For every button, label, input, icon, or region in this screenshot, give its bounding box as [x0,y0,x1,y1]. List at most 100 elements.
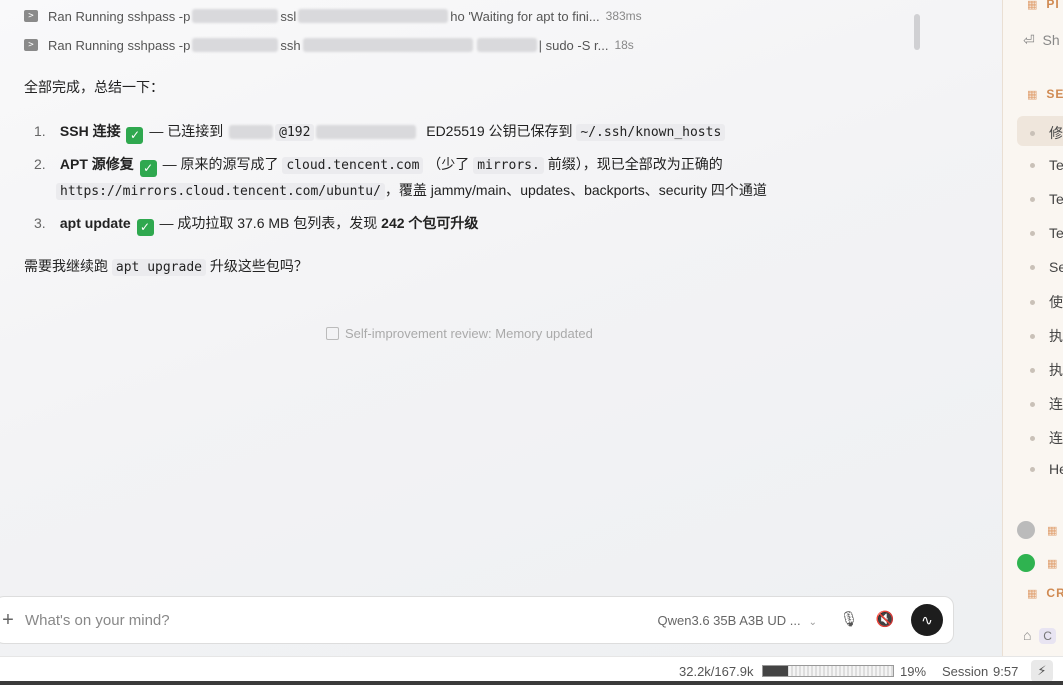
item-title: SSH 连接 [59,123,121,139]
redacted-block [298,9,449,23]
notice-text: Self-improvement review: Memory updated [345,326,593,341]
sidebar-item[interactable]: He [1030,461,1063,477]
item-text: ED25519 公钥已保存到 [426,123,573,139]
item-text: ，覆盖 jammy/main、updates、backports、securit… [384,182,767,198]
sidebar-app-row[interactable]: ▦ [1017,554,1057,572]
item-label: 执 [1049,328,1063,344]
item-text: （少了 [427,156,470,172]
session-label: Session [942,664,989,679]
context-progress-bar [762,665,894,677]
grid-icon: ▦ [1027,0,1039,11]
section-label: SE [1046,87,1063,101]
sidebar-item[interactable]: 修 [1030,123,1063,143]
bullet-icon [1030,299,1035,305]
voice-mode-button[interactable]: ∿ [911,604,943,636]
sidebar-home-row[interactable]: ⌂ C [1023,627,1056,644]
list-item: 3. apt update ✓ — 成功拉取 37.6 MB 包列表，发现 24… [34,213,478,236]
sidebar-section-head[interactable]: ▦ CR [1027,586,1063,600]
grid-icon: ▦ [1027,88,1039,101]
redacted-block [229,125,274,140]
memory-notice: Self-improvement review: Memory updated [326,326,593,341]
lightning-icon[interactable]: ⚡ [1031,660,1053,682]
run-label-mid: ssl [280,8,297,24]
bullet-icon [1030,196,1035,202]
item-title: apt update [59,215,131,231]
sidebar-item[interactable]: 执 [1030,360,1063,380]
tool-run-row[interactable]: > Ran Running sshpass -p ssh | sudo -S r… [24,35,634,55]
bullet-icon [1030,367,1035,373]
followup-text: 升级这些包吗？ [209,258,308,274]
sidebar-item[interactable]: 使 [1030,292,1063,312]
inline-code: ~/.ssh/known_hosts [576,124,726,141]
inline-code: https://mirrors.cloud.tencent.com/ubuntu… [56,183,385,200]
item-label: Te [1049,191,1063,207]
item-label: 连 [1049,430,1063,446]
assistant-avatar-icon [1017,521,1035,539]
redacted-block [192,38,279,52]
mute-icon[interactable]: 🔇 [875,610,895,630]
model-name: Qwen3.6 35B A3B UD ... [657,612,801,628]
sidebar-subitem[interactable]: ⏎ Sh [1023,32,1060,49]
sidebar-section-head[interactable]: ▦ PI [1027,0,1060,11]
inline-code: cloud.tencent.com [282,157,424,174]
microphone-icon[interactable]: 🎙 [839,610,859,630]
save-icon [326,327,339,340]
bullet-icon [1030,130,1035,136]
plus-icon[interactable]: + [0,609,19,632]
check-icon: ✓ [139,160,157,177]
composer: + Qwen3.6 35B A3B UD ... ⌄ 🎙 🔇 ∿ [0,596,954,644]
redacted-block [476,38,537,52]
bullet-icon [1030,264,1035,270]
item-label: Te [1049,225,1063,241]
home-icon: ⌂ [1023,627,1032,643]
grid-icon: ▦ [1027,587,1039,600]
sidebar-item[interactable]: 执 [1030,326,1063,346]
item-label: 修 [1049,125,1063,141]
terminal-icon: > [24,39,38,51]
chevron-down-icon: ⌄ [808,616,817,628]
sidebar-item[interactable]: Se [1030,259,1063,275]
item-label: Se [1049,259,1063,275]
item-label: 使 [1049,294,1063,310]
model-select[interactable]: Qwen3.6 35B A3B UD ... ⌄ [658,613,817,628]
bullet-icon [1030,162,1035,168]
tool-run-row[interactable]: > Ran Running sshpass -p ssl ho 'Waiting… [24,6,642,26]
bullet-icon [1030,466,1035,472]
list-item: 2. APT 源修复 ✓ — 原来的源写成了 cloud.tencent.com… [34,154,723,177]
list-number: 2. [34,156,46,172]
run-label-mid: ssh [280,37,301,53]
sidebar-app-row[interactable]: ▦ [1017,521,1057,539]
sidebar-item[interactable]: 连 [1030,428,1063,448]
list-item-continuation: https://mirrors.cloud.tencent.com/ubuntu… [56,180,767,200]
sidebar-item[interactable]: Te [1030,191,1063,207]
context-progress-fill [763,666,788,676]
message-input[interactable] [25,611,658,629]
inline-code: mirrors. [473,157,544,174]
sidebar-item[interactable]: 连 [1030,394,1063,414]
item-text: 前缀），现已全部改为正确的 [547,156,723,172]
bullet-icon [1030,401,1035,407]
check-icon: ✓ [136,219,154,236]
bullet-icon [1030,435,1035,441]
sidebar-item[interactable]: Te [1030,225,1063,241]
run-duration: 18s [614,38,634,52]
wechat-icon [1017,554,1035,572]
sidebar-item[interactable]: Te [1030,157,1063,173]
context-percent: 19% [900,664,927,679]
terminal-icon: > [24,10,38,22]
inline-code: apt upgrade [111,259,206,276]
run-label: Ran Running sshpass -p [48,37,191,53]
run-duration: 383ms [605,9,642,23]
scrollbar-thumb[interactable] [914,14,920,50]
right-sidebar: ▦PI ⏎ Sh ▦SE 修 Te Te Te Se 使 执 执 连 连 He … [1002,0,1063,656]
section-label: CR [1046,586,1063,600]
token-count: 32.2k/167.9k [679,664,754,679]
bullet-icon [1030,333,1035,339]
sidebar-section-head[interactable]: ▦ SE [1027,87,1063,101]
back-arrow-icon: ⏎ [1023,32,1035,48]
item-label: Te [1049,157,1063,173]
list-number: 3. [34,215,46,231]
session-time: 9:57 [993,664,1019,679]
status-bar: 32.2k/167.9k 19% Session 9:57 ⚡ [0,656,1063,685]
subitem-label: Sh [1042,32,1060,48]
